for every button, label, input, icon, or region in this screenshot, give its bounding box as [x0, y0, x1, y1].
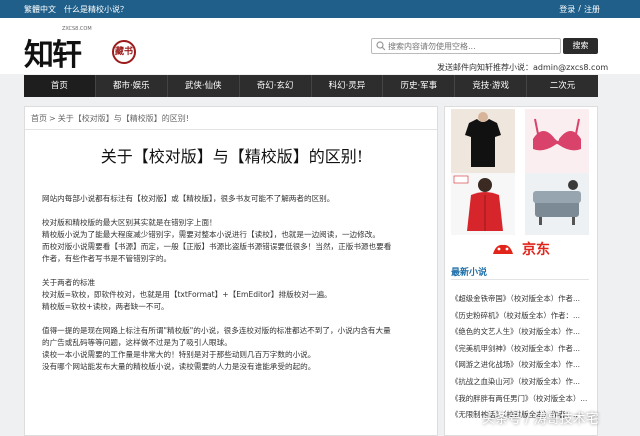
novel-list-item[interactable]: 《完美机甲剑神》（校对版全本）作者... — [451, 341, 591, 358]
nav-item-urban[interactable]: 都市·娱乐 — [96, 75, 168, 97]
nav-item-fantasy[interactable]: 奇幻·玄幻 — [240, 75, 312, 97]
watermark-text: 头条号 / 涛哥技术宅 — [482, 412, 599, 427]
breadcrumb-divider — [25, 129, 437, 130]
article-line: 精校版=软校+读校，两者缺一不可。 — [42, 302, 169, 311]
logo-domain-text: ZXCS8.COM — [62, 26, 92, 32]
breadcrumb-home[interactable]: 首页 — [31, 114, 47, 123]
submit-email-line: 发送邮件向知轩推荐小说：admin@zxcs8.com — [437, 63, 609, 72]
top-bar-left: 繁體中文 什么是精校小说？ — [24, 4, 128, 15]
article-line: 校对版=软校，即软件校对，也就是用【txtFormat】+【EmEditor】排… — [42, 290, 332, 299]
site-logo[interactable]: 知轩 ZXCS8.COM 藏书 — [24, 26, 144, 73]
novel-list-item[interactable]: 《绝色的文艺人生》（校对版全本）作... — [451, 324, 591, 341]
traditional-chinese-link[interactable]: 繁體中文 — [24, 4, 56, 15]
novel-list-item[interactable]: 《网游之进化战场》（校对版全本）作... — [451, 357, 591, 374]
nav-item-scifi[interactable]: 科幻·灵异 — [312, 75, 384, 97]
breadcrumb: 首页 > 关于【校对版】与【精校版】的区别! — [31, 113, 189, 124]
search-icon — [376, 41, 386, 51]
login-register-separator: / — [578, 4, 581, 13]
article-line: 读校一本小说需要的工作量是非常大的！特别是对于那些动则几百万字数的小说。 — [42, 350, 316, 359]
article-line: 校对版和精校版的最大区别其实就是在错别字上面！ — [42, 218, 217, 227]
latest-novels-title: 最新小说 — [451, 268, 488, 278]
article-line: 没有哪个网站能发布大量的精校版小说，读校需要的人力是没有谁能承受的起的。 — [42, 362, 316, 371]
search-input[interactable] — [388, 40, 558, 52]
article-line: 精校版小说为了能最大程度减少错别字，需要对整本小说进行【读校】，也就是一边阅读，… — [42, 230, 380, 239]
nav-item-games[interactable]: 竞技·游戏 — [455, 75, 528, 97]
article-line: 网站内每部小说都有标注有【校对版】或【精校版】，很多书友可能不了解两者的区别。 — [42, 194, 335, 203]
register-link[interactable]: 注册 — [584, 4, 600, 15]
article-line: 而校对版小说需要看【书源】而定，一般【正版】书源比盗版书源错误要低很多！当然，正… — [42, 242, 392, 251]
breadcrumb-separator: > — [49, 114, 56, 123]
search-button[interactable]: 搜索 — [563, 38, 598, 54]
jacket-icon — [451, 173, 515, 235]
search-box — [371, 38, 561, 54]
novel-list-item[interactable]: 《抗战之血染山河》（校对版全本）作... — [451, 374, 591, 391]
nav-item-history[interactable]: 历史·军事 — [383, 75, 456, 97]
article-line: 作者，有些作者写书是不管错别字的。 — [42, 254, 172, 263]
sidebar-divider — [451, 279, 589, 280]
article-line: 的广告或乱码等等问题，这样做不过是为了吸引人眼球。 — [42, 338, 232, 347]
sidebar: 京东 最新小说 《超级金铁帝国》（校对版全本）作者... 《历史粉碎机》（校对版… — [444, 106, 598, 436]
nav-item-acg[interactable]: 二次元 — [527, 75, 598, 97]
top-bar-right: 登录 / 注册 — [559, 4, 600, 15]
main-nav: 首页 都市·娱乐 武侠·仙侠 奇幻·玄幻 科幻·灵异 历史·军事 竞技·游戏 二… — [24, 75, 598, 97]
jd-dog-icon — [493, 244, 513, 254]
sofa-icon — [525, 173, 589, 235]
ad-product-image[interactable] — [525, 109, 589, 173]
latest-novels-list: 《超级金铁帝国》（校对版全本）作者... 《历史粉碎机》（校对版全本）作者：..… — [451, 291, 591, 424]
logo-stamp: 藏书 — [112, 40, 136, 64]
article-title: 关于【校对版】与【精校版】的区别! — [100, 147, 364, 166]
article-line: 关于两者的标准 — [42, 278, 96, 287]
novel-list-item[interactable]: 《历史粉碎机》（校对版全本）作者：... — [451, 308, 591, 325]
nav-item-home[interactable]: 首页 — [24, 75, 96, 97]
ad-product-image[interactable] — [525, 173, 589, 235]
logo-main-text: 知轩 — [24, 38, 82, 73]
bra-icon — [525, 109, 589, 173]
breadcrumb-current: 关于【校对版】与【精校版】的区别! — [57, 114, 189, 123]
nav-item-wuxia[interactable]: 武侠·仙侠 — [168, 75, 240, 97]
ad-product-image[interactable] — [451, 173, 515, 235]
jd-brand-text: 京东 — [522, 242, 550, 258]
what-is-jingxiao-link[interactable]: 什么是精校小说？ — [64, 4, 128, 15]
site-header: 知轩 ZXCS8.COM 藏书 搜索 发送邮件向知轩推荐小说：admin@zxc… — [0, 18, 640, 74]
article-body: 网站内每部小说都有标注有【校对版】或【精校版】，很多书友可能不了解两者的区别。 … — [42, 193, 434, 373]
top-bar: 繁體中文 什么是精校小说？ 登录 / 注册 — [0, 0, 640, 18]
novel-list-item[interactable]: 《我的胖胖有两任男门》（校对版全本）... — [451, 391, 591, 408]
ad-product-image[interactable] — [451, 109, 515, 173]
novel-list-item[interactable]: 《超级金铁帝国》（校对版全本）作者... — [451, 291, 591, 308]
jd-ad-banner[interactable]: 京东 — [451, 235, 589, 263]
article-line: 值得一提的是现在网路上标注有所谓"精校版"的小说，很多连校对版的标准都达不到了，… — [42, 326, 391, 335]
login-link[interactable]: 登录 — [559, 4, 575, 15]
shirt-icon — [451, 109, 515, 173]
article-panel: 首页 > 关于【校对版】与【精校版】的区别! 关于【校对版】与【精校版】的区别! 网… — [24, 106, 438, 436]
